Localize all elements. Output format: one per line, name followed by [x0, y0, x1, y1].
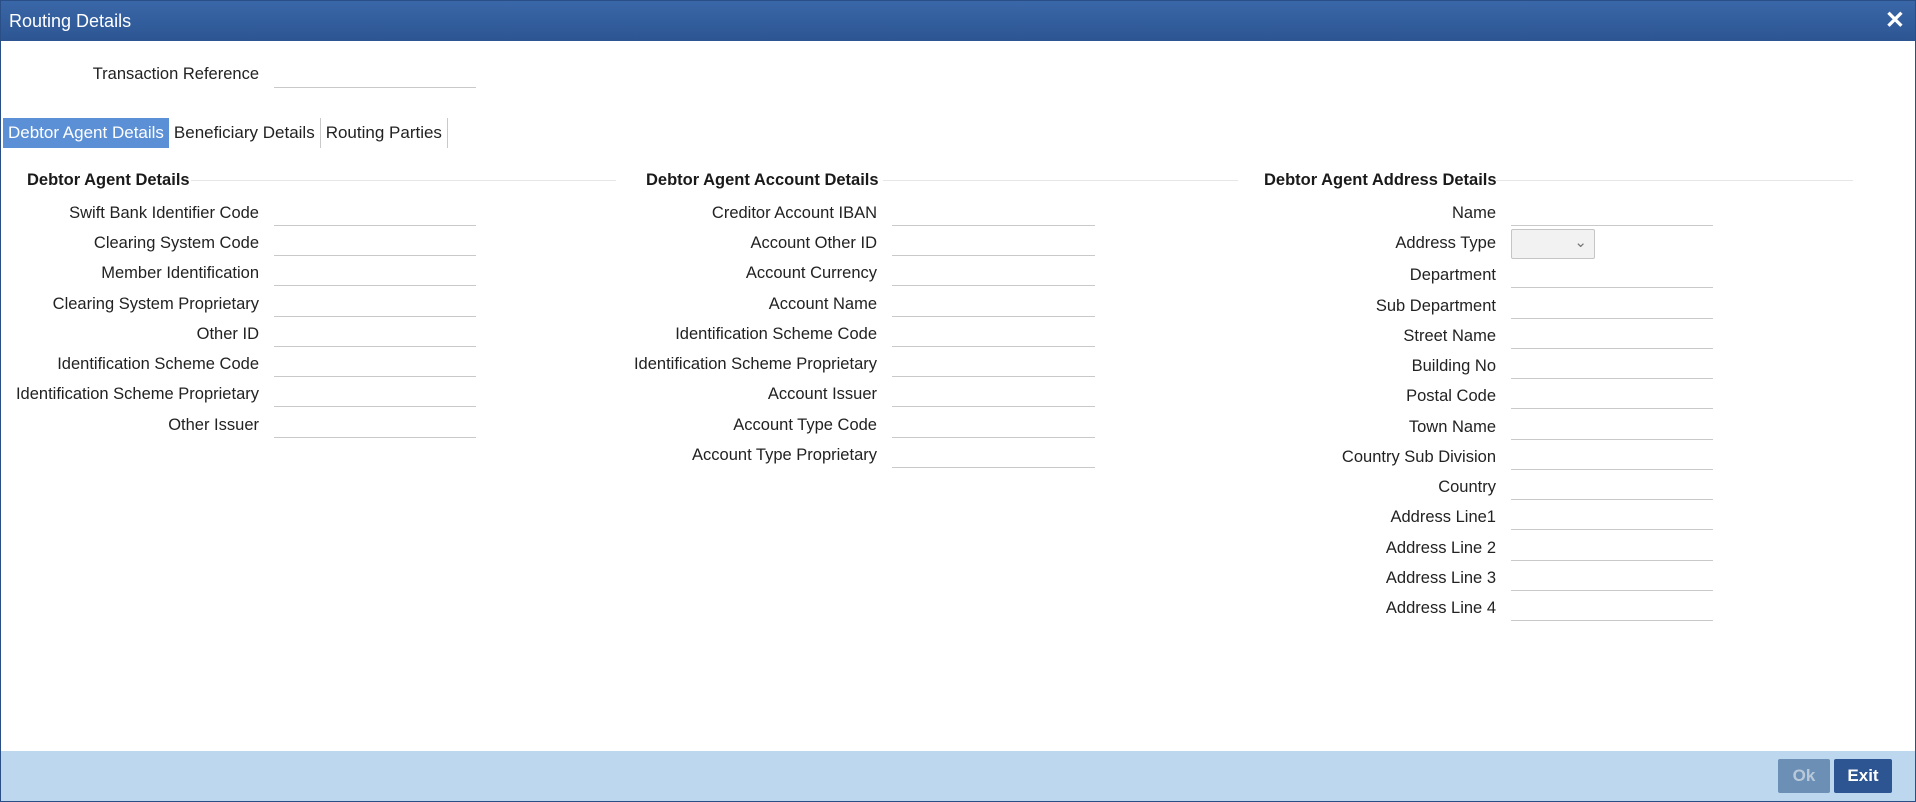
field-label: Creditor Account IBAN — [711, 204, 877, 222]
field-label: Address Line 4 — [1385, 599, 1496, 617]
field-label: Street Name — [1403, 327, 1496, 345]
country-sub-division-input[interactable] — [1511, 443, 1713, 470]
field-label: Other ID — [196, 325, 259, 343]
field-label: Account Issuer — [767, 385, 877, 403]
address-type-select[interactable]: ⌄ — [1511, 229, 1595, 259]
section-divider — [191, 180, 616, 181]
field-label: Identification Scheme Code — [675, 325, 877, 343]
title-bar: Routing Details ✕ — [1, 1, 1915, 41]
field-label: Town Name — [1408, 418, 1496, 436]
tab-debtor-agent-details[interactable]: Debtor Agent Details — [3, 118, 169, 148]
account-issuer-input[interactable] — [892, 380, 1095, 407]
field-label: Address Line 3 — [1385, 569, 1496, 587]
section-title-debtor-agent: Debtor Agent Details — [27, 171, 190, 189]
account-identification-scheme-code-input[interactable] — [892, 320, 1095, 347]
field-label: Name — [1451, 204, 1496, 222]
name-input[interactable] — [1511, 199, 1713, 226]
transaction-reference-label: Transaction Reference — [92, 65, 259, 83]
other-issuer-input[interactable] — [274, 411, 476, 438]
identification-scheme-code-input[interactable] — [274, 350, 476, 377]
identification-scheme-proprietary-input[interactable] — [274, 380, 476, 407]
transaction-reference-input[interactable] — [274, 61, 476, 88]
address-line-2-input[interactable] — [1511, 534, 1713, 561]
exit-button[interactable]: Exit — [1834, 759, 1892, 793]
field-label: Other Issuer — [168, 416, 259, 434]
field-label: Country — [1438, 478, 1496, 496]
field-label: Account Type Code — [733, 416, 877, 434]
town-name-input[interactable] — [1511, 413, 1713, 440]
address-line-4-input[interactable] — [1511, 594, 1713, 621]
clearing-system-code-input[interactable] — [274, 229, 476, 256]
field-label: Identification Scheme Proprietary — [633, 355, 877, 373]
address-line-1-input[interactable] — [1511, 503, 1713, 530]
field-label: Identification Scheme Proprietary — [15, 385, 259, 403]
tab-routing-parties[interactable]: Routing Parties — [321, 118, 448, 148]
footer-bar: Ok Exit — [1, 751, 1915, 801]
window-title: Routing Details — [9, 11, 132, 31]
field-label: Account Other ID — [750, 234, 877, 252]
section-divider — [1496, 180, 1853, 181]
field-label: Department — [1409, 266, 1496, 284]
field-label: Account Type Proprietary — [692, 446, 877, 464]
creditor-account-iban-input[interactable] — [892, 199, 1095, 226]
field-label: Account Currency — [745, 264, 877, 282]
section-title-account: Debtor Agent Account Details — [646, 171, 879, 189]
other-id-input[interactable] — [274, 320, 476, 347]
address-line-3-input[interactable] — [1511, 564, 1713, 591]
member-identification-input[interactable] — [274, 259, 476, 286]
field-label: Identification Scheme Code — [57, 355, 259, 373]
field-label: Swift Bank Identifier Code — [69, 204, 259, 222]
building-no-input[interactable] — [1511, 352, 1713, 379]
field-label: Member Identification — [101, 264, 259, 282]
field-label: Postal Code — [1406, 387, 1496, 405]
swift-bank-identifier-code-input[interactable] — [274, 199, 476, 226]
postal-code-input[interactable] — [1511, 382, 1713, 409]
tab-bar: Debtor Agent Details Beneficiary Details… — [3, 118, 448, 148]
clearing-system-proprietary-input[interactable] — [274, 290, 476, 317]
field-label: Account Name — [768, 295, 877, 313]
ok-button[interactable]: Ok — [1778, 759, 1830, 793]
account-type-proprietary-input[interactable] — [892, 441, 1095, 468]
field-label: Address Line 2 — [1385, 539, 1496, 557]
section-title-address: Debtor Agent Address Details — [1264, 171, 1497, 189]
routing-details-dialog: Routing Details ✕ Transaction Reference … — [0, 0, 1916, 802]
section-divider — [883, 180, 1238, 181]
field-label: Clearing System Proprietary — [52, 295, 259, 313]
close-icon[interactable]: ✕ — [1885, 6, 1905, 35]
field-label: Building No — [1411, 357, 1496, 375]
chevron-down-icon: ⌄ — [1574, 234, 1587, 251]
sub-department-input[interactable] — [1511, 292, 1713, 319]
country-input[interactable] — [1511, 473, 1713, 500]
field-label: Clearing System Code — [93, 234, 259, 252]
account-type-code-input[interactable] — [892, 411, 1095, 438]
field-label: Address Type — [1395, 234, 1496, 252]
account-other-id-input[interactable] — [892, 229, 1095, 256]
field-label: Sub Department — [1375, 297, 1496, 315]
street-name-input[interactable] — [1511, 322, 1713, 349]
account-currency-input[interactable] — [892, 259, 1095, 286]
field-label: Address Line1 — [1390, 508, 1497, 526]
account-name-input[interactable] — [892, 290, 1095, 317]
tab-beneficiary-details[interactable]: Beneficiary Details — [169, 118, 321, 148]
field-label: Country Sub Division — [1341, 448, 1496, 466]
department-input[interactable] — [1511, 261, 1713, 288]
account-identification-scheme-proprietary-input[interactable] — [892, 350, 1095, 377]
